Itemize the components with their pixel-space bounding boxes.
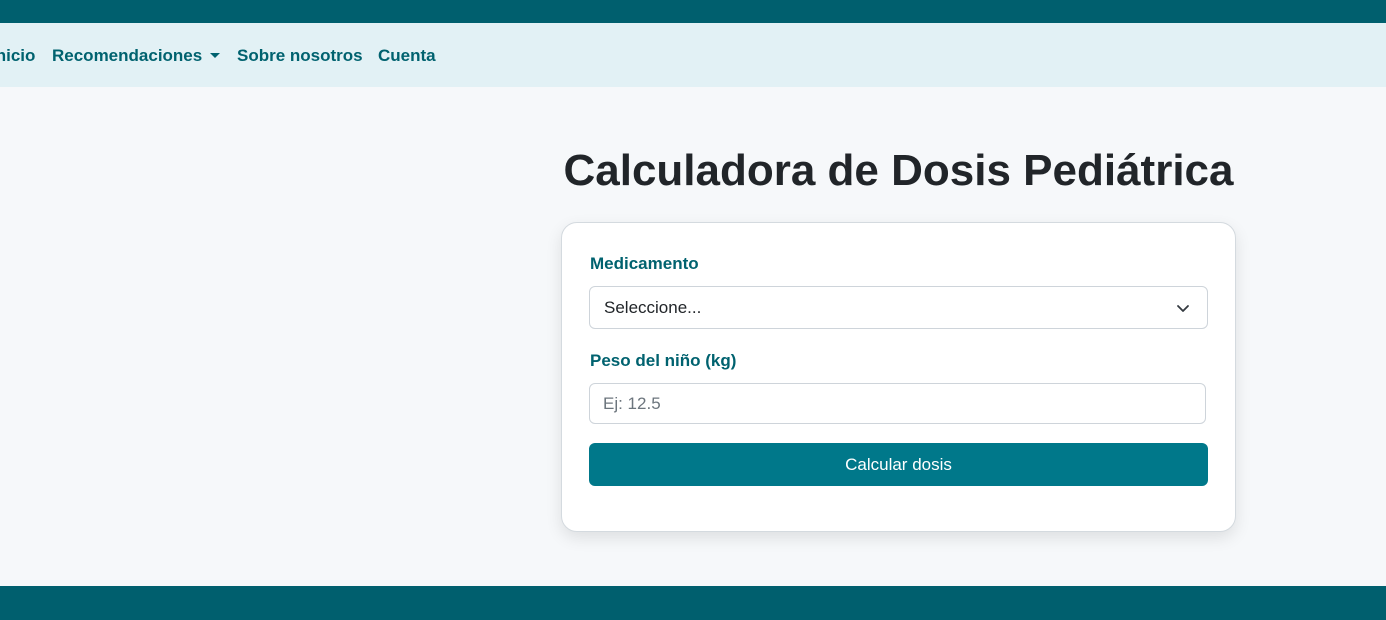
- medication-select-value: Seleccione...: [604, 298, 702, 317]
- page-title: Calculadora de Dosis Pediátrica: [563, 146, 1234, 195]
- nav-item-sobre-nosotros[interactable]: Sobre nosotros: [237, 23, 363, 87]
- chevron-down-icon: [1177, 305, 1189, 312]
- nav-item-recomendaciones-label: Recomendaciones: [52, 46, 203, 65]
- nav-item-inicio[interactable]: Inicio: [0, 23, 35, 87]
- top-header-bar: [0, 0, 1386, 23]
- footer-bar: [0, 586, 1386, 620]
- calculator-card: Medicamento Seleccione... Peso del niño …: [561, 222, 1236, 532]
- nav-item-recomendaciones[interactable]: Recomendaciones: [52, 23, 221, 87]
- weight-label: Peso del niño (kg): [590, 351, 737, 370]
- medication-select[interactable]: Seleccione...: [589, 286, 1208, 329]
- calculate-dose-button[interactable]: Calcular dosis: [589, 443, 1208, 486]
- nav-item-cuenta[interactable]: Cuenta: [378, 23, 436, 87]
- medication-label: Medicamento: [590, 254, 699, 273]
- navbar: Inicio Recomendaciones Sobre nosotros Cu…: [0, 23, 1386, 87]
- caret-down-icon: [210, 53, 221, 58]
- weight-input[interactable]: [589, 383, 1206, 424]
